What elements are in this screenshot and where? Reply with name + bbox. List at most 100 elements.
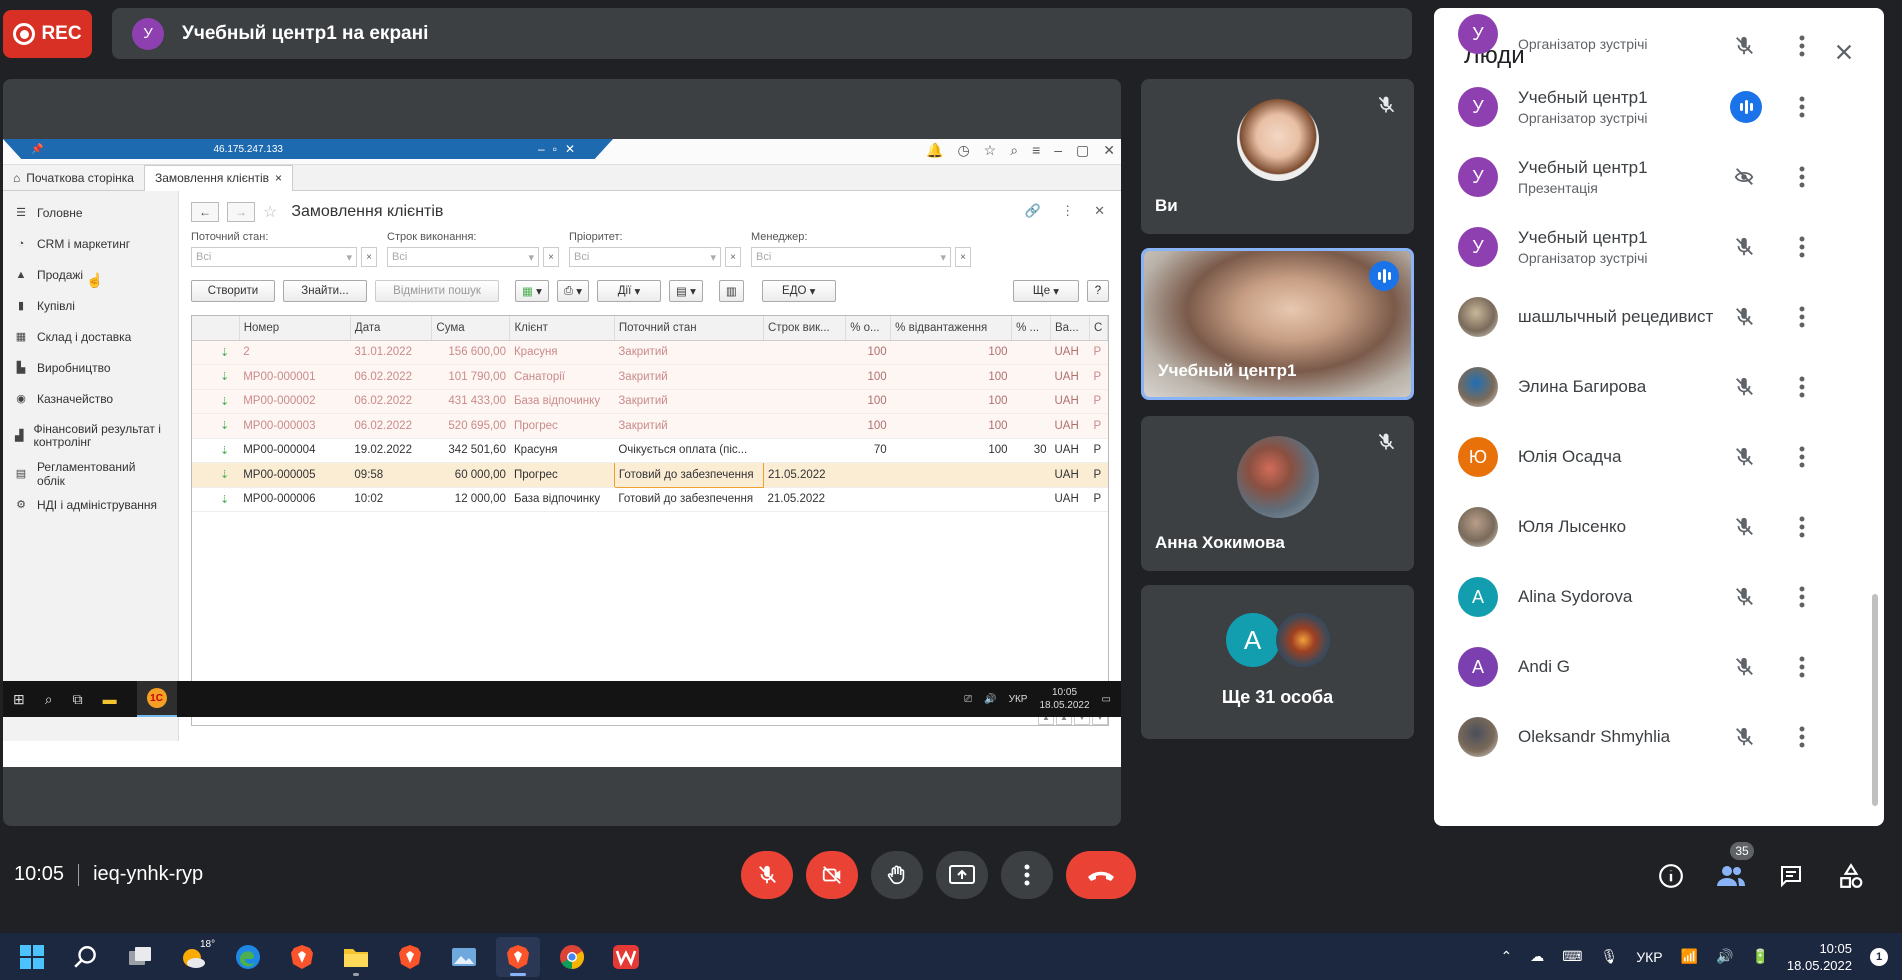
wifi-icon[interactable]: 📶 <box>1681 948 1698 965</box>
table-cell[interactable]: UAH <box>1050 389 1090 414</box>
input-language[interactable]: УКР <box>1636 949 1662 965</box>
more-button[interactable]: Ще ▾ <box>1013 280 1079 302</box>
tile-active-speaker[interactable]: Учебный центр1 <box>1141 248 1414 400</box>
table-row[interactable]: ⇣ МР00-000003 06.02.2022 520 695,00 Прогрес З… <box>192 413 1108 439</box>
filter-deadline-select[interactable]: Всі ▾ <box>387 247 539 267</box>
remote-desktop-bar[interactable]: 📌 46.175.247.133 –▫✕ <box>3 139 613 159</box>
table-cell[interactable]: 2 <box>239 340 351 365</box>
table-cell[interactable]: 100 <box>890 389 1012 414</box>
minimize-icon[interactable]: – <box>1054 142 1062 159</box>
table-cell[interactable]: 100 <box>890 438 1012 463</box>
table-cell[interactable]: 100 <box>845 413 891 439</box>
table-cell[interactable]: 06.02.2022 <box>350 389 432 414</box>
table-cell[interactable]: 31.01.2022 <box>350 340 432 365</box>
table-cell[interactable] <box>890 462 1012 488</box>
table-cell[interactable] <box>763 364 846 390</box>
table-cell[interactable]: 60 000,00 <box>431 462 510 488</box>
recording-indicator[interactable]: REC <box>3 10 92 58</box>
table-cell[interactable]: UAH <box>1050 340 1090 365</box>
table-cell[interactable]: Прогрес <box>509 413 615 439</box>
table-cell[interactable]: 21.05.2022 <box>763 462 846 488</box>
table-cell[interactable]: 30 <box>1011 438 1051 463</box>
create-based-on-button[interactable]: ▦ ▾ <box>515 280 549 302</box>
table-cell[interactable] <box>1011 364 1051 390</box>
table-cell[interactable]: UAH <box>1050 413 1090 439</box>
presentation-hidden-icon[interactable] <box>1730 163 1758 191</box>
sidebar-item-purchases[interactable]: ▮ Купівлі <box>3 290 178 321</box>
more-vert-icon[interactable] <box>1788 443 1816 471</box>
table-cell[interactable]: Санаторії <box>509 364 615 390</box>
more-vert-icon[interactable] <box>1788 373 1816 401</box>
folder-icon[interactable]: ▬ <box>103 691 117 707</box>
reports-button[interactable]: ▤ ▾ <box>669 280 703 302</box>
mic-off-icon[interactable] <box>1730 653 1758 681</box>
table-row[interactable]: ⇣ МР00-000005 09:58 60 000,00 Прогрес Готовий… <box>192 462 1108 488</box>
column-header[interactable]: Сума <box>431 316 511 341</box>
more-vert-icon[interactable] <box>1788 653 1816 681</box>
column-header[interactable]: С <box>1089 316 1108 341</box>
sidebar-item-main[interactable]: ☰ Головне <box>3 197 178 228</box>
more-vert-icon[interactable] <box>1788 32 1816 60</box>
mic-icon[interactable]: 🎙 <box>1600 948 1618 965</box>
table-cell[interactable]: 431 433,00 <box>431 389 510 414</box>
table-cell[interactable]: Закритий <box>614 389 764 414</box>
table-cell[interactable]: Закритий <box>614 340 764 365</box>
table-cell[interactable]: Красуня <box>509 340 615 365</box>
table-cell[interactable]: 06.02.2022 <box>350 413 432 439</box>
table-cell[interactable]: 156 600,00 <box>431 340 510 365</box>
app-1c-icon[interactable]: 1C <box>136 681 177 717</box>
mic-off-icon[interactable] <box>1730 303 1758 331</box>
edo-button[interactable]: ЕДО ▾ <box>761 280 836 302</box>
chrome-app[interactable] <box>550 937 594 977</box>
table-cell[interactable]: Р <box>1089 340 1108 365</box>
column-header[interactable]: % о... <box>845 316 892 341</box>
table-cell[interactable]: Закритий <box>614 364 764 390</box>
table-cell[interactable]: 100 <box>845 340 891 365</box>
table-cell[interactable]: UAH <box>1050 364 1090 390</box>
participant-row[interactable]: У Учебный центр1 Організатор зустрічі <box>1434 72 1884 142</box>
table-cell[interactable]: Красуня <box>509 438 615 463</box>
sidebar-item-finance[interactable]: ▟ Фінансовий результат і контролінг <box>3 414 178 458</box>
mic-off-icon[interactable] <box>1730 233 1758 261</box>
column-header[interactable]: Дата <box>350 316 433 341</box>
weather-widget[interactable]: 18° <box>172 937 216 977</box>
clear-filter-button[interactable]: × <box>955 247 971 267</box>
table-cell[interactable]: UAH <box>1050 462 1090 488</box>
table-cell[interactable]: Готовий до забезпечення <box>614 487 764 512</box>
brave-app-active[interactable] <box>496 936 540 977</box>
remote-clock[interactable]: 10:05 18.05.2022 <box>1039 686 1089 712</box>
filter-priority-select[interactable]: Всі ▾ <box>569 247 721 267</box>
sidebar-item-accounting[interactable]: ▤ Регламентований облік <box>3 458 178 489</box>
table-cell[interactable]: МР00-000001 <box>239 364 351 390</box>
start-button[interactable] <box>10 937 54 977</box>
table-cell[interactable]: 100 <box>890 413 1012 439</box>
history-icon[interactable]: ◷ <box>957 142 969 159</box>
more-vert-icon[interactable] <box>1788 723 1816 751</box>
table-cell[interactable]: Р <box>1089 487 1108 512</box>
edge-app[interactable] <box>226 937 270 977</box>
table-cell[interactable]: Р <box>1089 438 1108 463</box>
mic-off-icon[interactable] <box>1730 723 1758 751</box>
table-cell[interactable]: 19.02.2022 <box>350 438 432 463</box>
volume-icon[interactable]: 🔊 <box>984 694 996 705</box>
actions-button[interactable]: Дії ▾ <box>597 280 662 302</box>
filter-manager-select[interactable]: Всі ▾ <box>751 247 951 267</box>
meeting-code[interactable]: ieq-ynhk-ryp <box>93 863 203 886</box>
mic-off-icon[interactable] <box>1730 513 1758 541</box>
close-icon[interactable]: ✕ <box>1094 203 1105 219</box>
search-icon[interactable]: ⌕ <box>1010 142 1018 159</box>
file-explorer-app[interactable] <box>334 937 378 977</box>
table-cell[interactable]: Прогрес <box>509 462 615 488</box>
photos-app[interactable] <box>442 937 486 977</box>
table-cell[interactable]: Р <box>1089 413 1108 439</box>
table-cell[interactable] <box>763 389 846 414</box>
brave-app[interactable] <box>280 937 324 977</box>
participant-row[interactable]: У Учебный центр1 Організатор зустрічі <box>1434 212 1884 282</box>
table-cell[interactable]: Р <box>1089 364 1108 390</box>
clear-filter-button[interactable]: × <box>725 247 741 267</box>
tile-more-participants[interactable]: A Ще 31 особа <box>1141 585 1414 739</box>
table-row[interactable]: ⇣ 2 31.01.2022 156 600,00 Красуня Закритий 100… <box>192 340 1108 365</box>
tile-anna[interactable]: Анна Хокимова <box>1141 416 1414 571</box>
more-vert-icon[interactable] <box>1788 93 1816 121</box>
mic-off-icon[interactable] <box>1730 32 1758 60</box>
